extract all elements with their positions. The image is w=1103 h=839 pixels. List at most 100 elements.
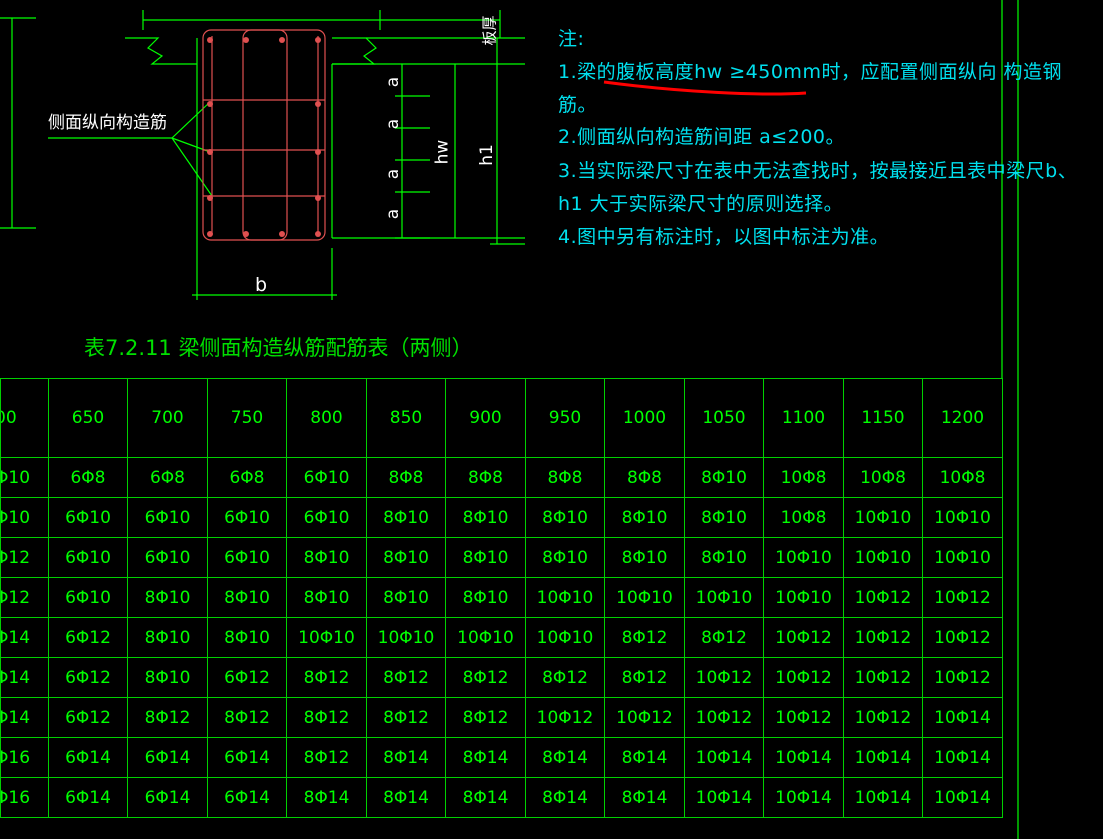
table-cell: 10Φ14 [763, 777, 844, 818]
table-row: Φ126Φ108Φ108Φ108Φ108Φ108Φ1010Φ1010Φ1010Φ… [0, 577, 1003, 618]
table-cell: 10Φ10 [525, 577, 605, 618]
table-cell: 8Φ12 [286, 737, 367, 778]
table-row: Φ146Φ128Φ108Φ1010Φ1010Φ1010Φ1010Φ108Φ128… [0, 617, 1003, 658]
table-cell: 6Φ14 [127, 737, 208, 778]
side-rebar-label: 侧面纵向构造筋 [48, 113, 167, 133]
table-cell: 10Φ10 [763, 577, 844, 618]
table-cell: 8Φ10 [445, 577, 526, 618]
table-cell: 10Φ10 [922, 497, 1003, 538]
table-cell: 8Φ12 [445, 657, 526, 698]
table-cell: 10Φ14 [843, 737, 923, 778]
table-cell: 8Φ14 [366, 737, 446, 778]
table-cell: 6Φ10 [207, 537, 287, 578]
table-cell: 8Φ10 [127, 617, 208, 658]
table-cell: Φ14 [0, 657, 49, 698]
dim-h1-label: h1 [476, 144, 497, 166]
table-cell: 900 [445, 378, 526, 458]
table-cell: 10Φ8 [763, 457, 844, 498]
table-cell: 10Φ8 [843, 457, 923, 498]
table-row: Φ146Φ128Φ128Φ128Φ128Φ128Φ1210Φ1210Φ1210Φ… [0, 697, 1003, 738]
table-cell: 8Φ14 [604, 777, 685, 818]
table-cell: 6Φ10 [48, 497, 128, 538]
table-cell: 6Φ10 [48, 537, 128, 578]
table-cell: 10Φ12 [684, 697, 764, 738]
table-cell: 10Φ10 [525, 617, 605, 658]
table-cell: Φ12 [0, 577, 49, 618]
table-cell: 8Φ14 [445, 777, 526, 818]
table-cell: 10Φ8 [763, 497, 844, 538]
table-cell: 8Φ12 [604, 617, 685, 658]
table-cell: 10Φ14 [763, 737, 844, 778]
note-3a: 3.当实际梁尺寸在表中无法查找时，按最接近且表中梁尺b、 [558, 160, 1078, 182]
table-cell: 8Φ12 [127, 697, 208, 738]
note-1b: 筋。 [558, 94, 598, 116]
table-cell: 1000 [604, 378, 685, 458]
table-cell: 6Φ8 [207, 457, 287, 498]
table-cell: 10Φ10 [763, 537, 844, 578]
table-cell: 10Φ12 [525, 697, 605, 738]
table-cell: 6Φ14 [48, 737, 128, 778]
table-cell: 8Φ8 [604, 457, 685, 498]
table-cell: 8Φ14 [445, 737, 526, 778]
table-cell: 8Φ10 [445, 497, 526, 538]
table-cell: 1200 [922, 378, 1003, 458]
dim-a-label-1: a [383, 76, 404, 88]
table-cell: 6Φ10 [286, 497, 367, 538]
table-cell: 10Φ12 [763, 617, 844, 658]
table-cell: 6Φ10 [286, 457, 367, 498]
table-header-row: 0065070075080085090095010001050110011501… [0, 378, 1003, 458]
table-cell: 10Φ10 [604, 577, 685, 618]
table-row: Φ166Φ146Φ146Φ148Φ128Φ148Φ148Φ148Φ1410Φ14… [0, 737, 1003, 778]
table-cell: 8Φ14 [366, 777, 446, 818]
table-cell: 6Φ14 [127, 777, 208, 818]
table-cell: Φ14 [0, 617, 49, 658]
table-cell: 10Φ12 [843, 617, 923, 658]
table-cell: 6Φ10 [127, 537, 208, 578]
dim-b-label: b [255, 274, 268, 296]
table-cell: 8Φ10 [366, 577, 446, 618]
table-cell: 10Φ12 [922, 577, 1003, 618]
table-cell: 10Φ12 [763, 657, 844, 698]
table-cell: 8Φ14 [525, 737, 605, 778]
table-cell: 8Φ10 [525, 497, 605, 538]
table-cell: 6Φ12 [48, 657, 128, 698]
table-cell: 10Φ12 [843, 657, 923, 698]
table-cell: 8Φ8 [525, 457, 605, 498]
table-cell: 8Φ10 [207, 577, 287, 618]
table-cell: 8Φ14 [604, 737, 685, 778]
note-2: 2.侧面纵向构造筋间距 a≤200。 [558, 126, 845, 148]
table-cell: 8Φ12 [286, 697, 367, 738]
table-cell: 00 [0, 378, 49, 458]
note-4: 4.图中另有标注时，以图中标注为准。 [558, 226, 890, 248]
table-cell: Φ14 [0, 697, 49, 738]
table-cell: 8Φ10 [127, 577, 208, 618]
table-title: 表7.2.11 梁侧面构造纵筋配筋表（两侧） [84, 336, 473, 360]
slab-thickness-label: 板厚 [480, 15, 499, 46]
table-cell: 700 [127, 378, 208, 458]
table-cell: 8Φ12 [286, 657, 367, 698]
table-cell: 8Φ12 [604, 657, 685, 698]
rebar-dots [207, 37, 321, 237]
table-cell: 1050 [684, 378, 764, 458]
table-cell: 10Φ10 [286, 617, 367, 658]
table-cell: 10Φ12 [843, 577, 923, 618]
table-cell: 8Φ10 [684, 537, 764, 578]
table-row: Φ106Φ106Φ106Φ106Φ108Φ108Φ108Φ108Φ108Φ101… [0, 497, 1003, 538]
table-cell: 8Φ12 [445, 697, 526, 738]
table-cell: 8Φ10 [366, 537, 446, 578]
dim-a-label-2: a [383, 118, 404, 130]
table-cell: 10Φ12 [684, 657, 764, 698]
table-cell: 6Φ14 [48, 777, 128, 818]
table-cell: Φ10 [0, 497, 49, 538]
dim-a-label-3: a [383, 168, 404, 180]
table-cell: 8Φ8 [445, 457, 526, 498]
table-cell: 10Φ12 [922, 617, 1003, 658]
table-cell: 8Φ10 [684, 457, 764, 498]
table-cell: Φ16 [0, 737, 49, 778]
table-cell: 8Φ10 [127, 657, 208, 698]
table-cell: 8Φ12 [525, 657, 605, 698]
table-cell: 10Φ10 [684, 577, 764, 618]
table-cell: 650 [48, 378, 128, 458]
dim-a-label-4: a [383, 208, 404, 220]
table-cell: Φ12 [0, 537, 49, 578]
